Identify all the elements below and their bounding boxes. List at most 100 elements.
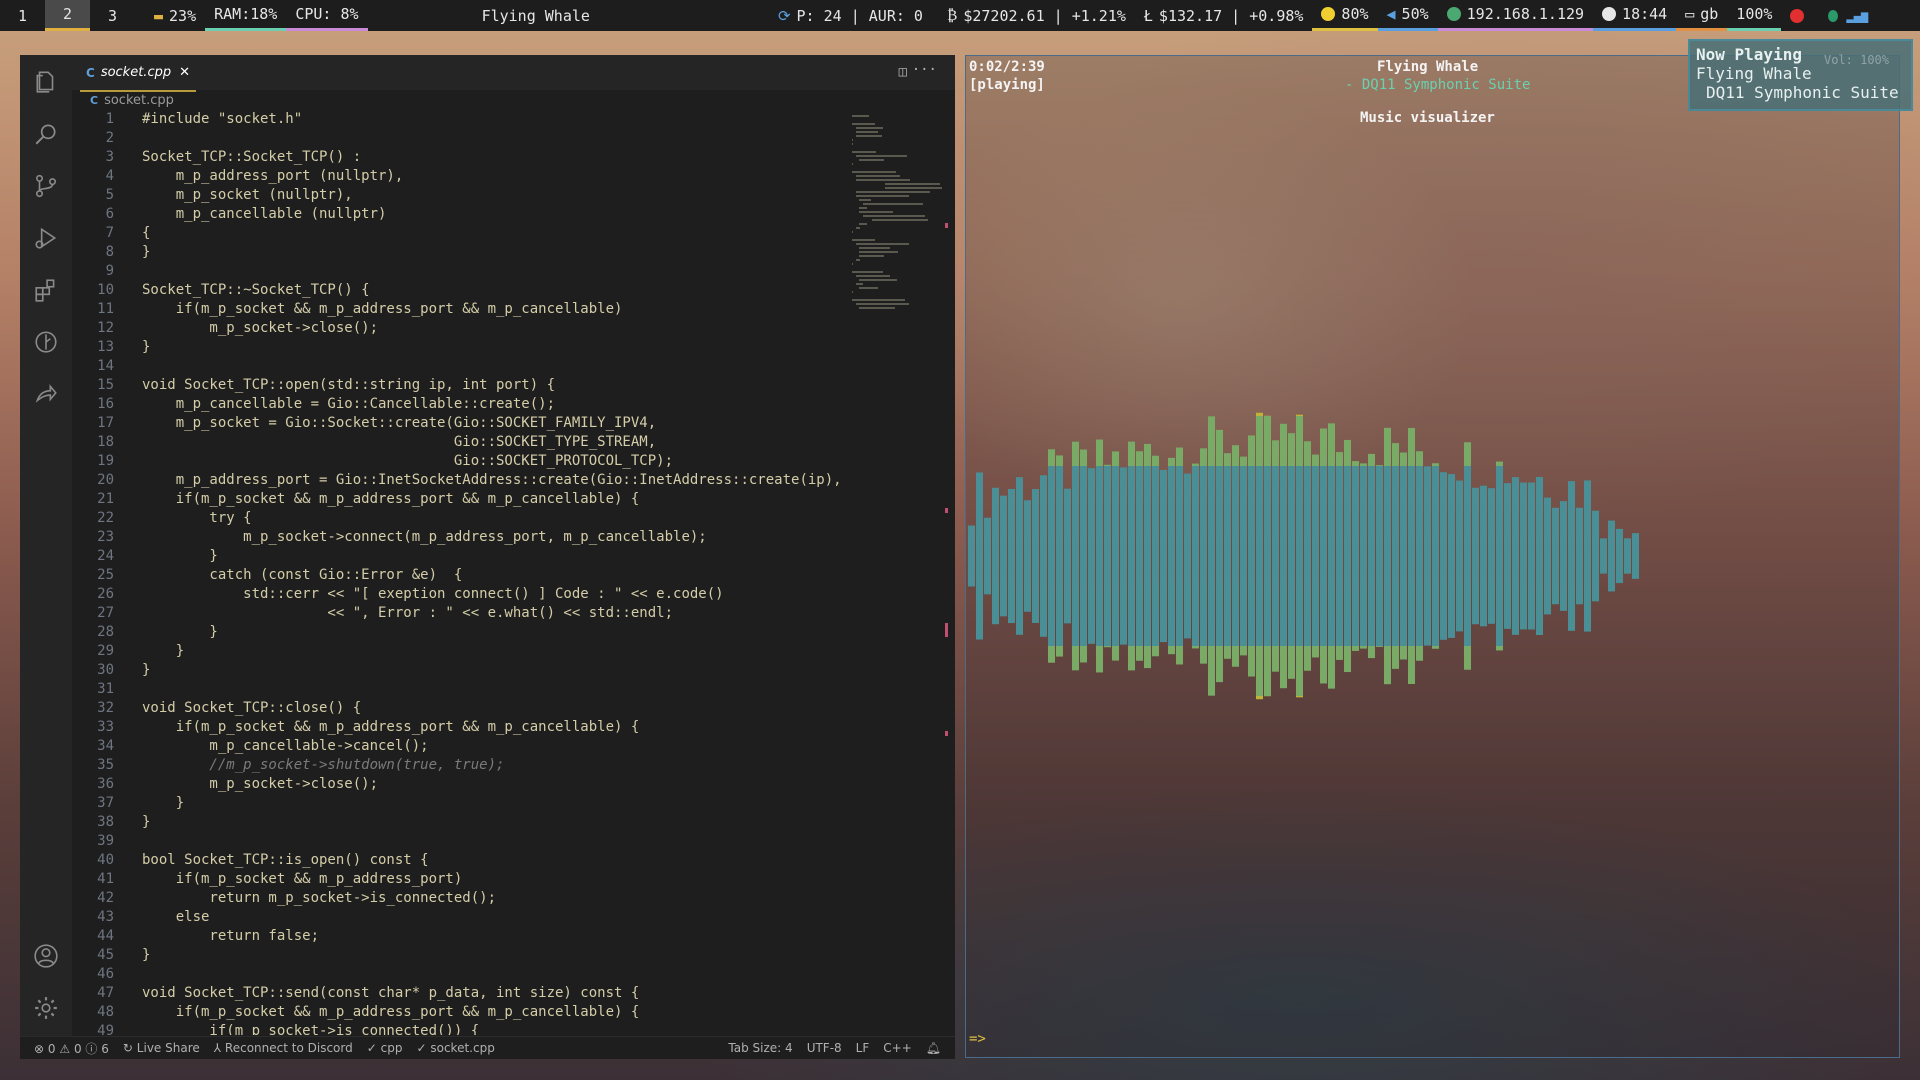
code-line[interactable]: 4 m_p_address_port (nullptr), <box>72 167 852 186</box>
code-line[interactable]: 39 <box>72 832 852 851</box>
line-number: 7 <box>105 225 114 241</box>
line-text: } <box>142 662 151 678</box>
workspace-2[interactable]: 2 <box>45 0 90 31</box>
code-line[interactable]: 38} <box>72 813 852 832</box>
code-line[interactable]: 42 return m_p_socket->is_connected(); <box>72 889 852 908</box>
code-line[interactable]: 10 Socket_TCP::~Socket_TCP() { <box>72 281 852 300</box>
encoding[interactable]: UTF-8 <box>807 1041 842 1055</box>
code-line[interactable]: 15 void Socket_TCP::open(std::string ip, … <box>72 376 852 395</box>
music-visualizer-window[interactable]: 0:02/2:39 [playing] Flying Whale - DQ11 … <box>965 55 1900 1058</box>
spectrum-bar <box>1616 528 1623 584</box>
explorer-icon[interactable] <box>33 69 59 95</box>
code-line[interactable]: 34 m_p_cancellable->cancel(); <box>72 737 852 756</box>
code-line[interactable]: 45} <box>72 946 852 965</box>
code-line[interactable]: 8} <box>72 243 852 262</box>
extensions-icon[interactable] <box>33 277 59 303</box>
code-line[interactable]: 37 } <box>72 794 852 813</box>
code-line[interactable]: 28 } <box>72 623 852 642</box>
code-line[interactable]: 11 if(m_p_socket && m_p_address_port && … <box>72 300 852 319</box>
problems-indicator[interactable]: ⊗ 0 ⚠ 0 ⓘ 6 <box>34 1040 109 1057</box>
now-playing-notification[interactable]: Now Playing Flying Whale DQ11 Symphonic … <box>1688 39 1913 111</box>
search-icon[interactable] <box>33 121 59 147</box>
code-line[interactable]: 3 Socket_TCP::Socket_TCP() : <box>72 148 852 167</box>
network[interactable]: 192.168.1.129 <box>1437 0 1594 31</box>
code-line[interactable]: 47 void Socket_TCP::send(const char* p_da… <box>72 984 852 1003</box>
run-debug-icon[interactable] <box>33 225 59 251</box>
code-line[interactable]: 32 void Socket_TCP::close() { <box>72 699 852 718</box>
live-share-status[interactable]: ↻ Live Share <box>123 1041 200 1055</box>
vertical-scrollbar[interactable] <box>942 113 952 1033</box>
minimap-line <box>859 287 879 289</box>
notifications-bell-icon[interactable]: 🔔︎ <box>926 1041 941 1055</box>
timeline-icon[interactable] <box>33 329 59 355</box>
code-line[interactable]: 48 if(m_p_socket && m_p_address_port && … <box>72 1003 852 1022</box>
code-line[interactable]: 13} <box>72 338 852 357</box>
code-line[interactable]: 33 if(m_p_socket && m_p_address_port && … <box>72 718 852 737</box>
settings-gear-icon[interactable] <box>33 995 59 1021</box>
code-line[interactable]: 19 Gio::SOCKET_PROTOCOL_TCP); <box>72 452 852 471</box>
code-line[interactable]: 2 <box>72 129 852 148</box>
lang-check-status[interactable]: ✓ cpp <box>367 1041 403 1055</box>
close-tab-icon[interactable]: ✕ <box>179 65 190 80</box>
code-line[interactable]: 30} <box>72 661 852 680</box>
code-line[interactable]: 36 m_p_socket->close(); <box>72 775 852 794</box>
tray-app-icon[interactable] <box>1828 9 1839 22</box>
spectrum-bar <box>1328 466 1335 646</box>
record-indicator[interactable] <box>1781 0 1813 31</box>
code-line[interactable]: 9 <box>72 262 852 281</box>
more-actions-icon[interactable]: ··· <box>912 62 937 78</box>
code-line[interactable]: 1 #include "socket.h" <box>72 110 852 129</box>
keyboard-layout[interactable]: ▭ gb <box>1676 0 1728 31</box>
code-line[interactable]: 29 } <box>72 642 852 661</box>
spectrum-bar <box>1080 646 1087 663</box>
code-line[interactable]: 23 m_p_socket->connect(m_p_address_port,… <box>72 528 852 547</box>
code-line[interactable]: 43 else <box>72 908 852 927</box>
code-line[interactable]: 49 if(m_p_socket->is_connected()) { <box>72 1022 852 1035</box>
code-line[interactable]: 25 catch (const Gio::Error &e) { <box>72 566 852 585</box>
tab-size[interactable]: Tab Size: 4 <box>728 1041 792 1055</box>
package-updates[interactable]: ⟳ P: 24 | AUR: 0 <box>769 0 932 31</box>
command-prompt[interactable]: => <box>969 1031 986 1047</box>
code-line[interactable]: 44 return false; <box>72 927 852 946</box>
discord-status[interactable]: ⅄ Reconnect to Discord <box>214 1041 353 1055</box>
live-share-icon[interactable] <box>33 381 59 407</box>
workspace-1[interactable]: 1 <box>0 0 45 31</box>
workspace-3[interactable]: 3 <box>90 0 135 31</box>
tab-socket-cpp[interactable]: C socket.cpp ✕ <box>80 55 196 92</box>
code-line[interactable]: 31 <box>72 680 852 699</box>
code-line[interactable]: 40 bool Socket_TCP::is_open() const { <box>72 851 852 870</box>
file-check-status[interactable]: ✓ socket.cpp <box>416 1041 494 1055</box>
source-control-icon[interactable] <box>33 173 59 199</box>
spectrum-bar <box>1328 423 1335 466</box>
code-line[interactable]: 6 m_p_cancellable (nullptr) <box>72 205 852 224</box>
language-mode[interactable]: C++ <box>883 1041 912 1055</box>
code-line[interactable]: 20 m_p_address_port = Gio::InetSocketAdd… <box>72 471 852 490</box>
wifi-signal-icon[interactable]: ▂▄▆ <box>1846 9 1868 23</box>
code-line[interactable]: 41 if(m_p_socket && m_p_address_port) <box>72 870 852 889</box>
breadcrumb[interactable]: Csocket.cpp <box>90 93 174 108</box>
code-line[interactable]: 16 m_p_cancellable = Gio::Cancellable::c… <box>72 395 852 414</box>
brightness[interactable]: 80% <box>1312 0 1378 31</box>
code-line[interactable]: 21 if(m_p_socket && m_p_address_port && … <box>72 490 852 509</box>
code-line[interactable]: 18 Gio::SOCKET_TYPE_STREAM, <box>72 433 852 452</box>
code-line[interactable]: 27 << ", Error : " << e.what() << std::e… <box>72 604 852 623</box>
code-line[interactable]: 26 std::cerr << "[ exeption connect() ] … <box>72 585 852 604</box>
code-line[interactable]: 12 m_p_socket->close(); <box>72 319 852 338</box>
code-line[interactable]: 35 //m_p_socket->shutdown(true, true); <box>72 756 852 775</box>
code-line[interactable]: 22 try { <box>72 509 852 528</box>
split-editor-icon[interactable]: ◫ <box>899 64 907 80</box>
tray[interactable]: ▂▄▆ <box>1819 0 1877 31</box>
volume[interactable]: ◀ 50% <box>1377 0 1438 31</box>
code-line[interactable]: 14 <box>72 357 852 376</box>
minimap[interactable] <box>852 113 942 309</box>
end-of-line[interactable]: LF <box>856 1041 870 1055</box>
code-line[interactable]: 24 } <box>72 547 852 566</box>
code-line[interactable]: 5 m_p_socket (nullptr), <box>72 186 852 205</box>
account-icon[interactable] <box>33 943 59 969</box>
code-line[interactable]: 46 <box>72 965 852 984</box>
minimap-line <box>859 211 894 213</box>
code-area[interactable]: 1 #include "socket.h" 2 3 Socket_TCP::Socket… <box>72 110 852 1035</box>
code-line[interactable]: 7{ <box>72 224 852 243</box>
minimap-line <box>859 159 885 161</box>
code-line[interactable]: 17 m_p_socket = Gio::Socket::create(Gio:… <box>72 414 852 433</box>
